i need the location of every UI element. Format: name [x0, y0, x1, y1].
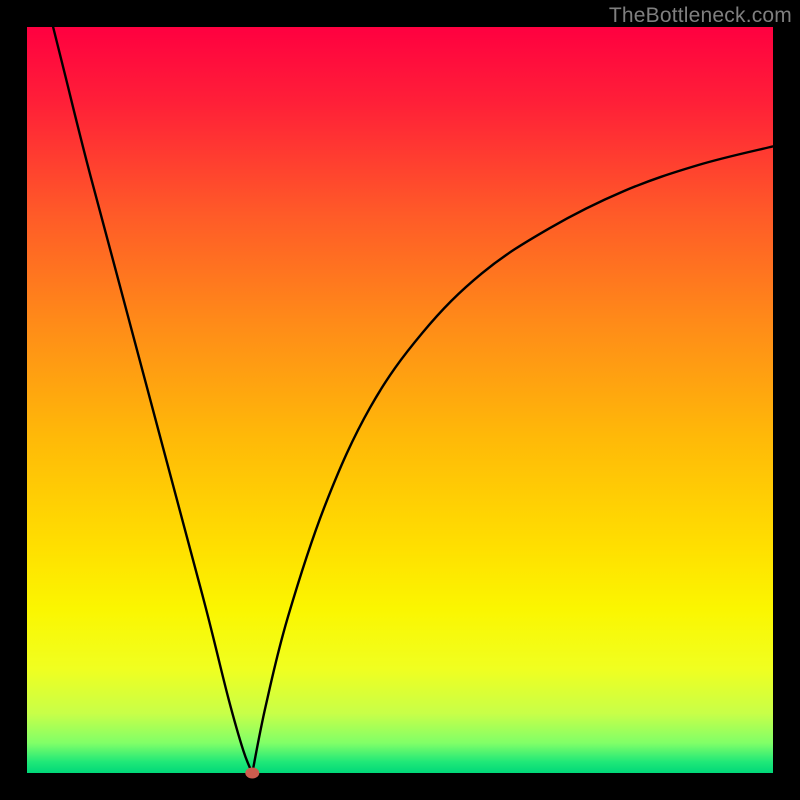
plot-area — [27, 27, 773, 773]
minimum-marker — [245, 768, 259, 779]
bottleneck-chart — [0, 0, 800, 800]
chart-container: TheBottleneck.com — [0, 0, 800, 800]
watermark-text: TheBottleneck.com — [609, 4, 792, 28]
